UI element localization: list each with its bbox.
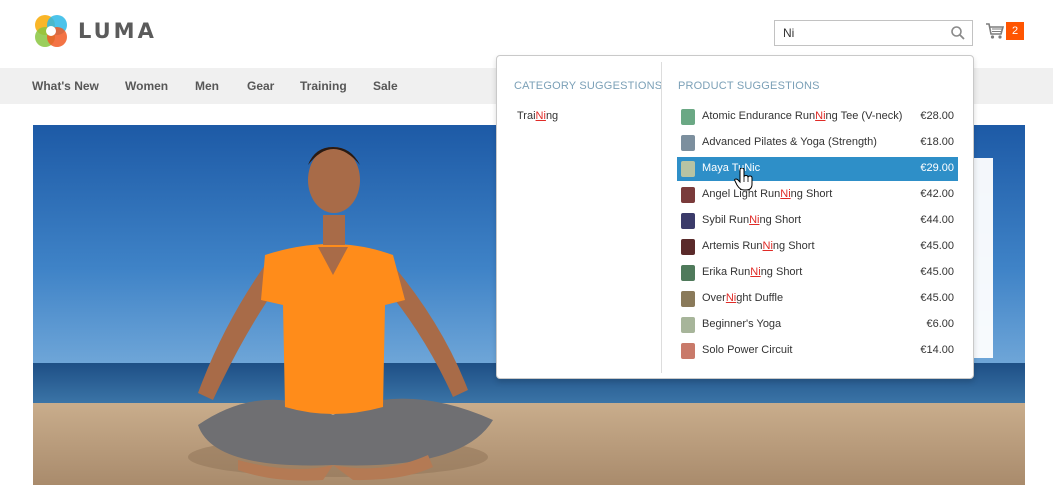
luma-logo[interactable]: LUMA — [33, 13, 157, 49]
product-name-text-rest: ng Short — [759, 214, 802, 226]
suggestions-divider — [661, 62, 662, 373]
product-name-text: Beginner's Yoga — [702, 318, 782, 330]
product-name-match: Ni — [750, 266, 761, 278]
product-suggestion-name: Atomic Endurance RunNing Tee (V-neck) — [702, 110, 902, 122]
search-icon[interactable] — [950, 25, 966, 41]
product-name-text: Erika Run — [702, 266, 751, 278]
search-box — [774, 20, 973, 46]
product-name-match: Ni — [815, 110, 826, 122]
category-suggestion-text-rest: ng — [545, 110, 559, 122]
cart-count-badge: 2 — [1006, 22, 1024, 40]
product-suggestion-price: €45.00 — [920, 292, 954, 304]
product-name-text: Sybil Run — [702, 214, 750, 226]
product-suggestion-price: €14.00 — [920, 344, 954, 356]
product-name-text: Atomic Endurance Run — [702, 110, 816, 122]
product-thumbnail — [681, 291, 695, 307]
product-thumbnail — [681, 161, 695, 177]
product-name-text-rest: ng Short — [790, 188, 833, 200]
product-thumbnail — [681, 317, 695, 333]
product-suggestion-item[interactable]: Advanced Pilates & Yoga (Strength) €18.00 — [677, 131, 958, 155]
product-thumbnail — [681, 109, 695, 125]
product-suggestion-price: €29.00 — [920, 162, 954, 174]
product-name-text-rest: ght Duffle — [736, 292, 784, 304]
product-name-text-rest: ng Short — [760, 266, 803, 278]
product-thumbnail — [681, 213, 695, 229]
product-suggestion-price: €45.00 — [920, 266, 954, 278]
product-suggestion-price: €6.00 — [926, 318, 954, 330]
nav-item-whats-new[interactable]: What's New — [32, 79, 99, 93]
category-suggestion-text: Trai — [517, 110, 536, 122]
product-suggestion-item[interactable]: Erika RunNing Short €45.00 — [677, 261, 958, 285]
product-name-text: Solo Power Circuit — [702, 344, 793, 356]
product-name-text: Over — [702, 292, 726, 304]
product-suggestion-item[interactable]: Beginner's Yoga €6.00 — [677, 313, 958, 337]
product-suggestion-price: €28.00 — [920, 110, 954, 122]
category-suggestions-title: CATEGORY SUGGESTIONS — [514, 80, 663, 92]
category-suggestion-match: Ni — [535, 110, 546, 122]
product-thumbnail — [681, 343, 695, 359]
product-suggestion-name: Sybil RunNing Short — [702, 214, 801, 226]
product-suggestion-price: €42.00 — [920, 188, 954, 200]
luma-logo-icon — [35, 15, 67, 47]
product-suggestion-item[interactable]: OverNight Duffle €45.00 — [677, 287, 958, 311]
nav-item-training[interactable]: Training — [300, 79, 347, 93]
search-input[interactable] — [775, 21, 945, 45]
product-suggestion-name: Artemis RunNing Short — [702, 240, 815, 252]
product-suggestion-item[interactable]: Angel Light RunNing Short €42.00 — [677, 183, 958, 207]
nav-item-sale[interactable]: Sale — [373, 79, 398, 93]
product-name-match: Ni — [749, 214, 760, 226]
product-name-text-rest: ng Short — [772, 240, 815, 252]
product-name-match: Ni — [725, 292, 737, 304]
product-thumbnail — [681, 187, 695, 203]
product-suggestion-item[interactable]: Artemis RunNing Short €45.00 — [677, 235, 958, 259]
logo-text: LUMA — [78, 19, 157, 43]
nav-item-men[interactable]: Men — [195, 79, 219, 93]
cart-icon — [986, 23, 1005, 39]
product-suggestion-name: Advanced Pilates & Yoga (Strength) — [702, 136, 877, 148]
product-suggestion-price: €44.00 — [920, 214, 954, 226]
product-suggestion-price: €45.00 — [920, 240, 954, 252]
product-name-match: Ni — [762, 240, 773, 252]
minicart[interactable]: 2 — [985, 22, 1024, 40]
hand-pointer-cursor-icon — [734, 168, 753, 191]
nav-item-women[interactable]: Women — [125, 79, 168, 93]
product-suggestion-name: OverNight Duffle — [702, 292, 783, 304]
product-suggestion-item[interactable]: Maya TuNic €29.00 — [677, 157, 958, 181]
search-autocomplete: CATEGORY SUGGESTIONS PRODUCT SUGGESTIONS… — [496, 55, 974, 379]
product-name-text-rest: ng Tee (V-neck) — [825, 110, 903, 122]
product-suggestion-name: Solo Power Circuit — [702, 344, 792, 356]
product-suggestion-item[interactable]: Solo Power Circuit €14.00 — [677, 339, 958, 363]
product-name-text: Artemis Run — [702, 240, 763, 252]
product-suggestion-price: €18.00 — [920, 136, 954, 148]
product-suggestion-name: Angel Light RunNing Short — [702, 188, 832, 200]
category-suggestion-item[interactable]: TraiNing — [517, 110, 558, 122]
product-suggestion-item[interactable]: Sybil RunNing Short €44.00 — [677, 209, 958, 233]
product-name-text-rest: c — [754, 162, 761, 174]
product-thumbnail — [681, 239, 695, 255]
product-thumbnail — [681, 265, 695, 281]
product-suggestions-title: PRODUCT SUGGESTIONS — [678, 80, 820, 92]
product-suggestion-name: Beginner's Yoga — [702, 318, 781, 330]
product-thumbnail — [681, 135, 695, 151]
product-suggestion-name: Erika RunNing Short — [702, 266, 802, 278]
product-name-text: Advanced Pilates & Yoga (Strength) — [702, 136, 877, 148]
product-name-match: Ni — [780, 188, 791, 200]
product-suggestion-item[interactable]: Atomic Endurance RunNing Tee (V-neck) €28… — [677, 105, 958, 129]
nav-item-gear[interactable]: Gear — [247, 79, 274, 93]
